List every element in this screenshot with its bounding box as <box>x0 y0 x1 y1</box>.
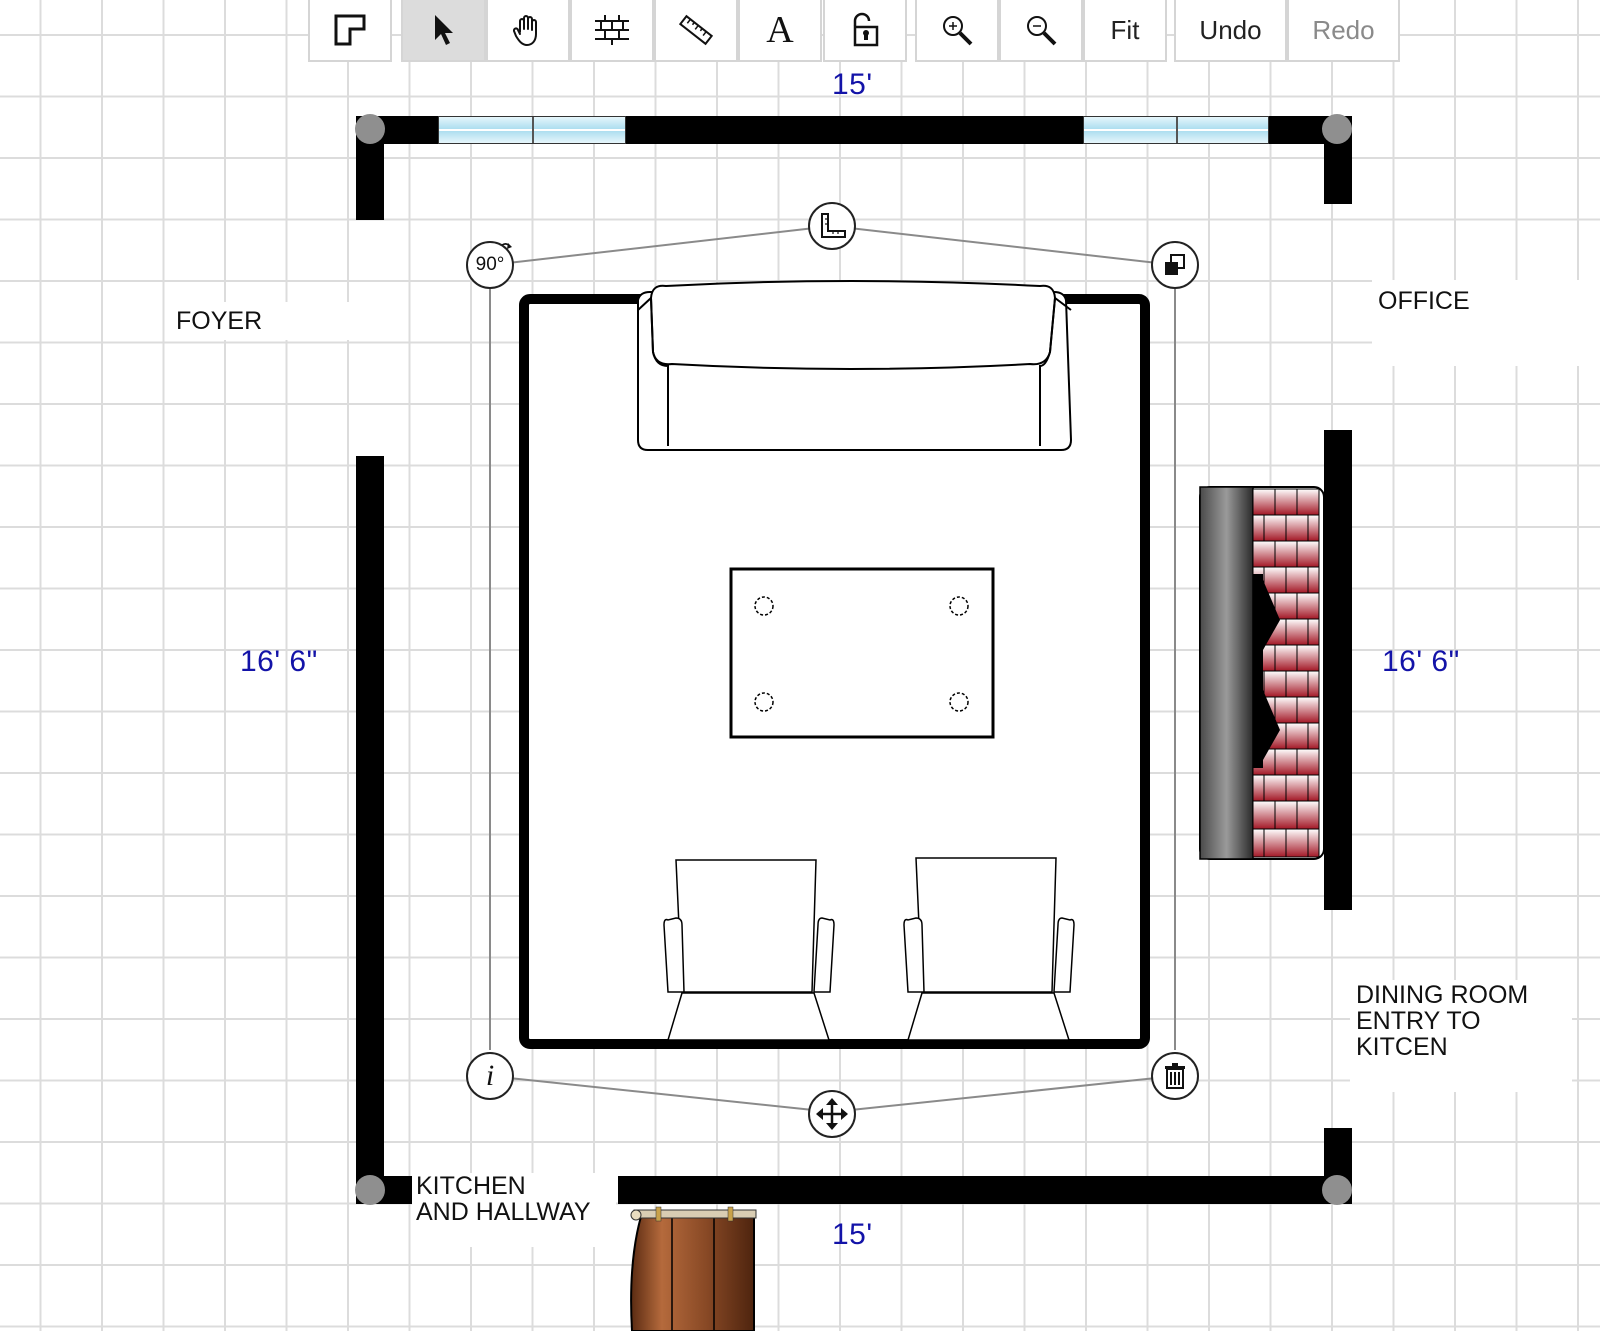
set-dimensions-handle[interactable] <box>808 202 856 250</box>
rotate-arrow-icon <box>501 243 512 249</box>
door[interactable] <box>630 1206 757 1331</box>
info-icon: i <box>485 1059 495 1092</box>
rotate-label: 90° <box>475 254 505 275</box>
l-ruler-icon <box>821 213 846 238</box>
armchair-right[interactable] <box>903 857 1075 1041</box>
armchair-left[interactable] <box>663 859 835 1041</box>
duplicate-handle[interactable] <box>1151 241 1199 289</box>
delete-handle[interactable] <box>1151 1052 1199 1100</box>
rotate-90-handle[interactable]: 90° <box>466 241 514 289</box>
floorplan-canvas <box>489 225 1325 1331</box>
duplicate-icon <box>1165 254 1185 275</box>
move-arrows-icon <box>816 1098 848 1130</box>
coffee-table[interactable] <box>729 567 995 739</box>
move-handle[interactable] <box>808 1090 856 1138</box>
trash-icon <box>1165 1063 1185 1089</box>
sofa[interactable] <box>637 280 1073 451</box>
fireplace[interactable] <box>1199 486 1325 860</box>
info-handle[interactable]: i <box>466 1052 514 1100</box>
